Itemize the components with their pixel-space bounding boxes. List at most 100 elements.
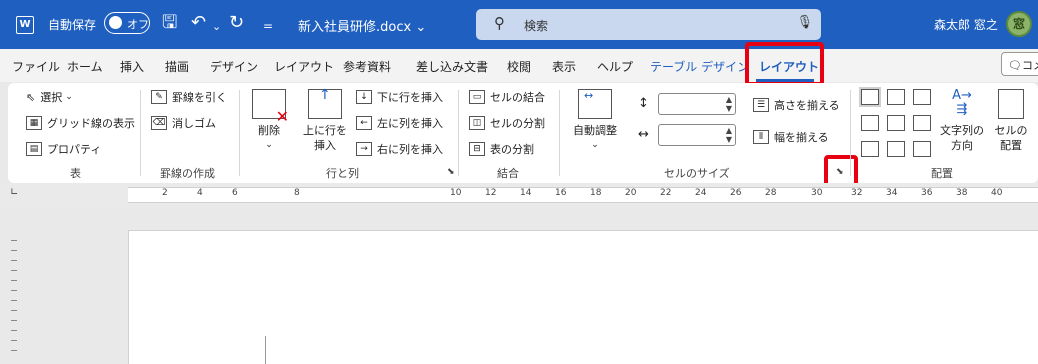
cursor-icon: ⇖ [26,90,36,104]
ruler-tick [11,320,17,321]
undo-icon[interactable]: ↶ [191,12,206,34]
properties-label: プロパティ [47,143,102,156]
align-center-button[interactable] [887,115,905,131]
properties-button[interactable]: ▤ プロパティ [26,141,101,157]
redo-icon[interactable]: ↻ [229,12,244,34]
cell-margins-button[interactable]: セルの 配置 [992,89,1030,153]
column-width-input[interactable]: ▲ ▼ [658,124,736,146]
insert-row-above-icon: ↑ [308,88,342,119]
select-label: 選択 [40,91,63,104]
ruler-number: 40 [991,188,1003,198]
column-width-icon: ↔ [638,127,649,142]
ruler-number: 34 [886,188,898,198]
align-center-right-button[interactable] [913,115,931,131]
customize-toolbar-icon[interactable]: = [263,15,273,37]
search-placeholder: 検索 [524,19,549,33]
tab-home[interactable]: ホーム [67,58,103,75]
group-label-table: 表 [70,167,81,180]
tab-design[interactable]: デザイン [210,58,258,75]
cell-margins-label-line2: 配置 [1000,139,1022,152]
insert-above-button[interactable]: ↑ 上に行を 挿入 [299,88,351,153]
undo-dropdown-icon[interactable]: ⌄ [212,16,221,38]
group-separator [458,90,459,176]
toggle-knob [109,16,122,29]
comment-label: コメ [1021,59,1038,72]
ruler-number: 10 [450,188,462,198]
align-center-left-button[interactable] [861,115,879,131]
tab-references[interactable]: 参考資料 [343,58,391,75]
tab-insert[interactable]: 挿入 [120,58,144,75]
horizontal-ruler[interactable] [128,187,1038,203]
align-bottom-right-button[interactable] [913,141,931,157]
document-title[interactable]: 新入社員研修.docx ⌄ [298,16,426,35]
select-button[interactable]: ⇖ 選択 ⌄ [26,89,73,105]
tab-layout[interactable]: レイアウト [274,58,334,75]
row-height-input[interactable]: ▲ ▼ [658,93,736,115]
ruler-tick [11,340,17,341]
align-bottom-center-button[interactable] [887,141,905,157]
delete-button[interactable]: ✕ 削除 ⌄ [249,89,289,153]
autofit-button[interactable]: ↔ 自動調整 ⌄ [569,89,621,153]
distribute-rows-button[interactable]: ☰ 高さを揃える [753,97,840,113]
align-top-right-button[interactable] [913,89,931,105]
split-cells-label: セルの分割 [490,117,545,130]
vertical-ruler[interactable] [8,238,20,364]
distribute-rows-label: 高さを揃える [774,99,840,112]
properties-icon: ▤ [26,142,42,156]
align-top-left-button[interactable] [861,89,879,105]
group-separator [239,90,240,176]
tab-help[interactable]: ヘルプ [597,58,633,75]
save-icon[interactable]: 🖫 [162,12,177,34]
tab-mailings[interactable]: 差し込み文書 [416,58,488,75]
insert-above-label-line1: 上に行を [303,124,347,137]
insert-below-label: 下に行を挿入 [377,91,443,104]
distribute-rows-icon: ☰ [753,98,769,112]
ruler-number: 26 [730,188,742,198]
view-gridlines-button[interactable]: ▦ グリッド線の表示 [26,115,135,131]
spinner-arrows-icon[interactable]: ▲ ▼ [726,126,732,144]
ruler-number: 12 [485,188,497,198]
search-box[interactable]: ⚲ 検索 🎙 [476,9,821,40]
cell-margins-label-line1: セルの [994,124,1028,137]
chevron-down-icon: ⌄ [265,140,273,150]
ruler-number: 14 [520,188,532,198]
tab-file[interactable]: ファイル [12,58,60,75]
group-separator [559,90,560,176]
tab-view[interactable]: 表示 [552,58,576,75]
align-top-center-button[interactable] [887,89,905,105]
distribute-columns-button[interactable]: ⫴ 幅を揃える [753,129,829,145]
split-cells-button[interactable]: ◫ セルの分割 [469,115,545,131]
tab-review[interactable]: 校閲 [507,58,531,75]
autosave-toggle[interactable]: オフ [104,12,150,34]
tab-draw[interactable]: 描画 [165,58,189,75]
insert-right-button[interactable]: → 右に列を挿入 [356,141,443,157]
margin-marker [265,336,266,364]
insert-left-button[interactable]: ← 左に列を挿入 [356,115,443,131]
group-label-cell-size: セルのサイズ [664,167,730,180]
spinner-arrows-icon[interactable]: ▲ ▼ [726,95,732,113]
ruler-number: 22 [660,188,672,198]
ruler-tick [11,280,17,281]
dialog-launcher-icon[interactable]: ⬊ [447,167,455,177]
insert-below-button[interactable]: ↓ 下に行を挿入 [356,89,443,105]
align-bottom-left-button[interactable] [861,141,879,157]
split-table-button[interactable]: ⊟ セルの分割 表の分割 [469,141,534,157]
text-direction-button[interactable]: A→ ⇶ 文字列の 方向 [934,89,990,153]
group-label-rows-columns: 行と列 [326,167,359,180]
split-cells-icon: ◫ [469,116,485,130]
group-separator [140,90,141,176]
comment-button[interactable]: 🗨コメ [1001,52,1038,76]
tab-stop-selector-icon[interactable]: ∟ [10,187,18,198]
ruler-number: 8 [294,188,300,198]
avatar[interactable]: 窓 [1006,11,1032,37]
user-name[interactable]: 森太郎 窓之 [934,16,998,33]
draw-table-button[interactable]: ✎ 罫線を引く [151,89,227,105]
tab-table-design[interactable]: テーブル デザイン [650,58,749,75]
ruler-number: 24 [695,188,707,198]
merge-cells-button[interactable]: ▭ セルの結合 [469,89,545,105]
insert-column-right-icon: → [356,142,372,156]
eraser-button[interactable]: ⌫ 消しゴム [151,115,216,131]
group-label-draw: 罫線の作成 [160,167,215,180]
autosave-label: 自動保存 [48,18,97,32]
microphone-icon[interactable]: 🎙 [796,15,813,30]
